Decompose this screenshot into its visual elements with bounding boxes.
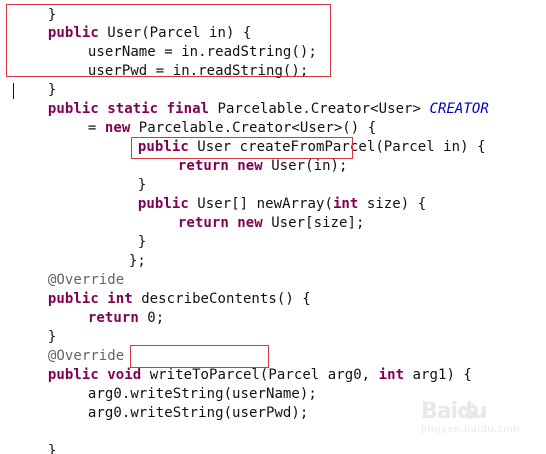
keyword-new: new	[237, 215, 263, 231]
code-token: }	[47, 443, 57, 454]
keyword-return: return	[177, 215, 229, 231]
code-line: public void writeToParcel(Parcel arg0, i…	[14, 348, 472, 383]
code-line: }	[104, 158, 146, 193]
code-line: = new Parcelable.Creator<User>() {	[54, 101, 376, 136]
code-line: public User[] newArray(int size) {	[104, 177, 426, 212]
watermark-subtext: jingyan.baidu.com	[421, 424, 521, 435]
code-editor[interactable]: } public User(Parcel in) { userName = in…	[0, 0, 546, 454]
code-token: =	[87, 120, 105, 136]
code-line: }	[14, 63, 56, 98]
text-caret	[13, 83, 14, 99]
code-line: }	[104, 215, 146, 250]
baidu-watermark: Baidu jingyan.baidu.com	[421, 399, 531, 441]
code-token: User[size];	[262, 215, 365, 231]
code-line: return new User(in);	[144, 139, 348, 174]
keyword-return: return	[87, 310, 139, 326]
paw-icon	[463, 404, 478, 419]
code-line: return 0;	[54, 291, 164, 326]
code-token: 0;	[138, 310, 165, 326]
code-line: public User(Parcel in) {	[14, 6, 251, 41]
code-line: }	[14, 424, 56, 454]
code-line: public int describeContents() {	[14, 272, 311, 307]
keyword-return: return	[177, 158, 229, 174]
code-token: arg1) {	[404, 367, 472, 383]
code-token: arg0.writeString(userPwd);	[87, 405, 309, 421]
keyword-int: int	[378, 367, 405, 383]
code-line: public static final Parcelable.Creator<U…	[14, 82, 489, 117]
code-line: userPwd = in.readString();	[54, 44, 308, 79]
code-token: size) {	[358, 196, 427, 212]
code-token: };	[128, 253, 146, 269]
code-line: return new User[size];	[144, 196, 364, 231]
code-line: arg0.writeString(userPwd);	[54, 386, 308, 421]
code-line: arg0.writeString(userName);	[54, 367, 317, 402]
code-token: User(in);	[262, 158, 348, 174]
code-line: public User createFromParcel(Parcel in) …	[104, 120, 486, 155]
creator-constant: CREATOR	[429, 101, 489, 117]
code-token: userPwd = in.readString();	[87, 63, 309, 79]
code-line: }	[14, 310, 56, 345]
code-line: @Override	[14, 329, 124, 364]
keyword-new: new	[237, 158, 263, 174]
code-line: userName = in.readString();	[54, 25, 317, 60]
code-line: @Override	[14, 253, 124, 288]
code-line: };	[95, 234, 146, 269]
